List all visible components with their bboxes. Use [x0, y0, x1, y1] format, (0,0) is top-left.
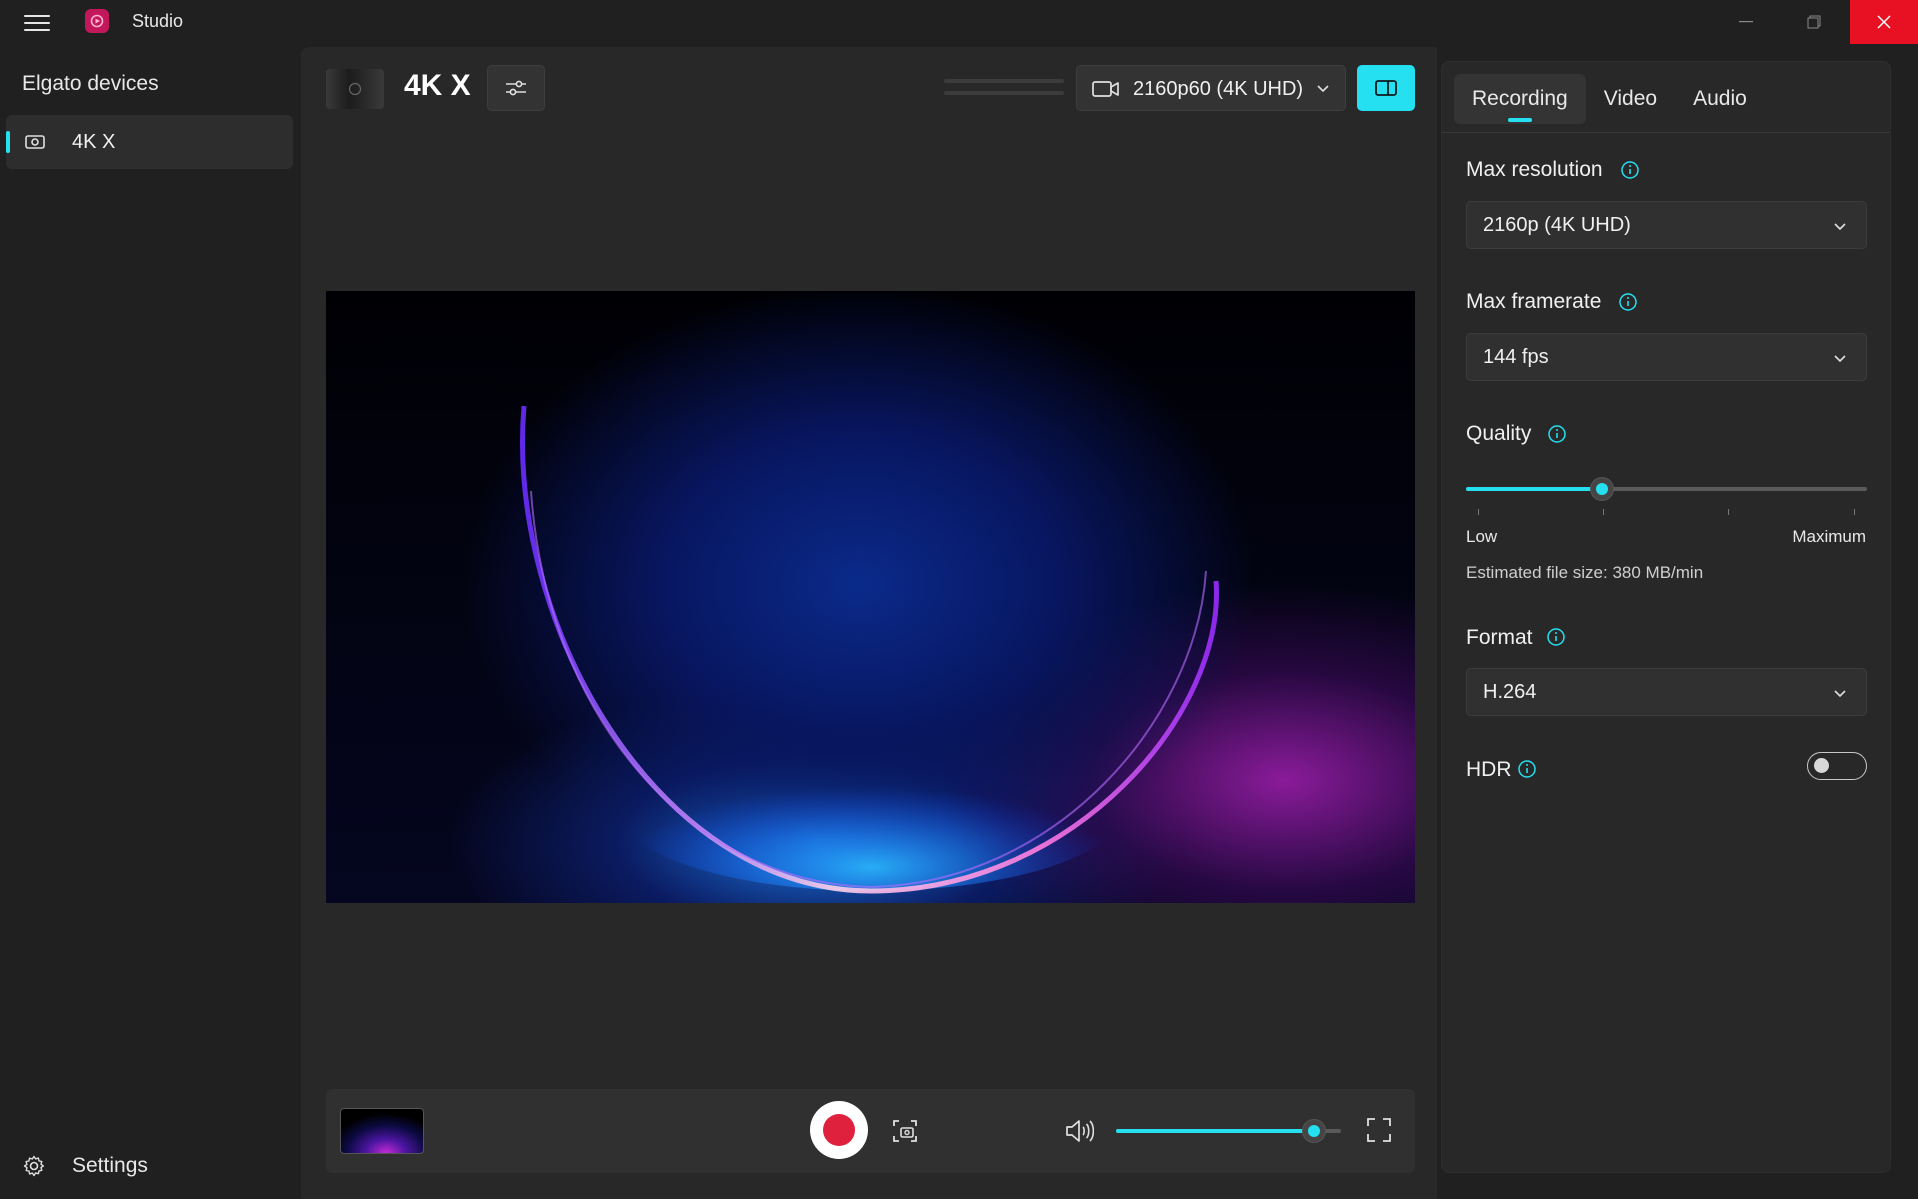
quality-max-label: Maximum	[1792, 527, 1866, 546]
minimize-button[interactable]	[1712, 0, 1780, 44]
screenshot-icon[interactable]	[891, 1117, 919, 1145]
tabs-divider	[1442, 132, 1890, 133]
chevron-down-icon	[1317, 85, 1329, 93]
video-camera-icon	[1092, 81, 1119, 97]
main-content: 4K X 2160p60 (4K UHD)	[301, 47, 1437, 1199]
max-resolution-value: 2160p (4K UHD)	[1483, 214, 1631, 236]
settings-tabs: Recording Video Audio	[1454, 74, 1765, 124]
device-title: 4K X	[404, 69, 471, 102]
tab-audio[interactable]: Audio	[1675, 74, 1765, 124]
recording-settings-panel: Recording Video Audio Max resolution 216…	[1441, 61, 1891, 1173]
quality-slider[interactable]	[1466, 475, 1867, 515]
preview-image	[520, 405, 1219, 894]
hdr-toggle-knob	[1814, 758, 1829, 773]
app-logo-icon	[85, 9, 109, 33]
quality-fill	[1466, 487, 1602, 491]
max-resolution-select[interactable]: 2160p (4K UHD)	[1466, 201, 1867, 249]
info-icon[interactable]	[1546, 627, 1566, 647]
quality-tick	[1603, 509, 1604, 515]
video-preview	[326, 291, 1415, 903]
format-select[interactable]: H.264	[1466, 668, 1867, 716]
quality-min-label: Low	[1466, 527, 1498, 546]
chevron-down-icon	[1834, 690, 1846, 698]
format-value: H.264	[1483, 681, 1537, 703]
tab-video[interactable]: Video	[1586, 74, 1675, 124]
sidebar-heading: Elgato devices	[22, 72, 159, 95]
tab-recording[interactable]: Recording	[1454, 74, 1586, 124]
toggle-side-panel-button[interactable]	[1357, 65, 1415, 111]
quality-tick	[1478, 509, 1479, 515]
app-title: Studio	[132, 11, 184, 31]
format-label: Format	[1466, 626, 1533, 649]
tab-label: Recording	[1472, 87, 1568, 110]
sliders-icon	[506, 80, 526, 96]
device-settings-button[interactable]	[487, 65, 545, 111]
title-bar: Studio	[0, 0, 1918, 44]
estimated-file-size: Estimated file size: 380 MB/min	[1466, 563, 1704, 582]
playback-control-bar	[326, 1089, 1415, 1173]
tab-label: Audio	[1693, 87, 1747, 110]
capture-device-icon	[25, 135, 45, 149]
hdr-toggle[interactable]	[1807, 752, 1867, 780]
max-framerate-select[interactable]: 144 fps	[1466, 333, 1867, 381]
quality-tick	[1854, 509, 1855, 515]
max-framerate-label: Max framerate	[1466, 290, 1602, 313]
side-panel-icon	[1375, 80, 1397, 96]
settings-label: Settings	[72, 1154, 148, 1177]
sidebar-item-4k-x[interactable]: 4K X	[6, 115, 293, 169]
active-tab-indicator	[1507, 118, 1532, 122]
chevron-down-icon	[1834, 223, 1846, 231]
elgato-logo-icon	[348, 82, 362, 96]
hdr-label: HDR	[1466, 758, 1512, 781]
last-capture-thumbnail[interactable]	[340, 1108, 424, 1154]
info-icon[interactable]	[1517, 759, 1537, 779]
quality-label: Quality	[1466, 422, 1532, 445]
restore-button[interactable]	[1780, 0, 1848, 44]
audio-level-meter	[944, 79, 1064, 99]
quality-tick	[1728, 509, 1729, 515]
sidebar: Elgato devices 4K X Settings	[0, 44, 300, 1199]
volume-slider[interactable]	[1116, 1119, 1341, 1143]
gear-icon	[23, 1155, 45, 1177]
max-framerate-value: 144 fps	[1483, 346, 1549, 368]
menu-icon[interactable]	[24, 12, 50, 32]
output-resolution-value: 2160p60 (4K UHD)	[1133, 78, 1304, 100]
info-icon[interactable]	[1547, 424, 1567, 444]
selection-indicator	[6, 131, 10, 153]
speaker-volume-icon[interactable]	[1064, 1117, 1094, 1145]
max-resolution-label: Max resolution	[1466, 158, 1603, 181]
info-icon[interactable]	[1618, 292, 1638, 312]
fullscreen-icon[interactable]	[1366, 1117, 1392, 1143]
close-button[interactable]	[1850, 0, 1918, 44]
sidebar-item-label: 4K X	[72, 131, 116, 153]
output-resolution-select[interactable]: 2160p60 (4K UHD)	[1076, 65, 1346, 111]
settings-button[interactable]: Settings	[22, 1146, 282, 1186]
record-button[interactable]	[810, 1101, 868, 1159]
quality-slider-thumb[interactable]	[1590, 477, 1614, 501]
info-icon[interactable]	[1620, 160, 1640, 180]
device-thumbnail	[326, 69, 384, 109]
volume-slider-thumb[interactable]	[1302, 1119, 1326, 1143]
record-icon	[823, 1114, 855, 1146]
volume-fill	[1116, 1129, 1314, 1133]
chevron-down-icon	[1834, 355, 1846, 363]
tab-label: Video	[1603, 87, 1658, 110]
